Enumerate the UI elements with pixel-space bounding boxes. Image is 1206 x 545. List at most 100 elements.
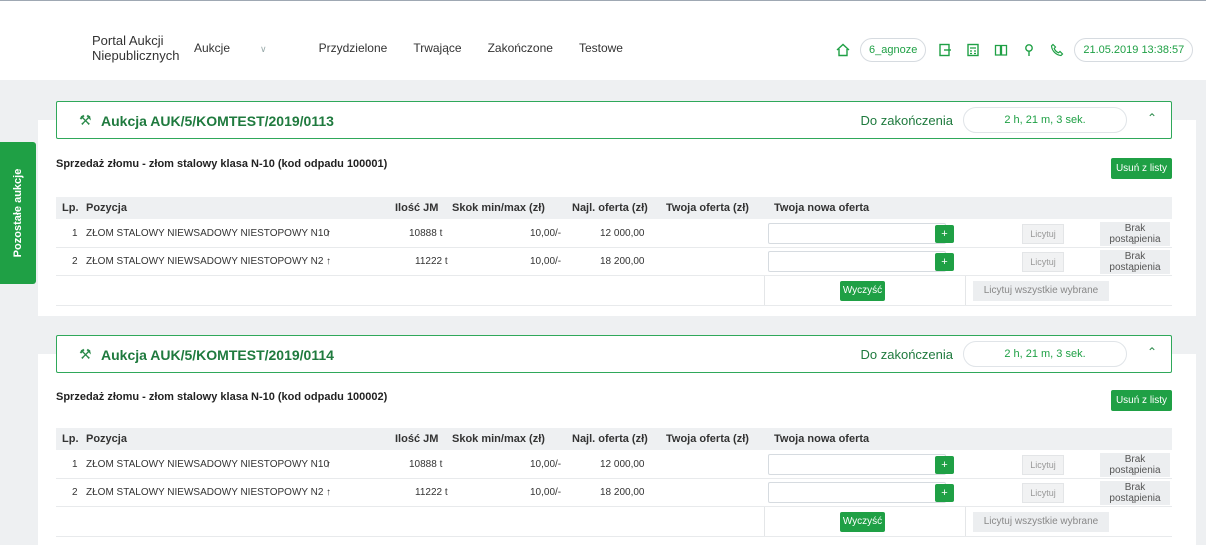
row-pozycja: ZŁOM STALOWY NIEWSADOWY NIESTOPOWY N10 bbox=[86, 228, 330, 239]
col-pozycja: Pozycja bbox=[86, 202, 127, 214]
table-row: 2 ZŁOM STALOWY NIEWSADOWY NIESTOPOWY N2 … bbox=[56, 248, 1172, 276]
row-pozycja: ZŁOM STALOWY NIEWSADOWY NIESTOPOWY N2 bbox=[86, 256, 324, 267]
col-lp: Lp. bbox=[62, 433, 79, 445]
nav-item-trwajace[interactable]: Trwające bbox=[413, 41, 461, 55]
no-increment-button[interactable]: Brak postąpienia bbox=[1100, 222, 1170, 246]
no-increment-button[interactable]: Brak postąpienia bbox=[1100, 250, 1170, 274]
phone-icon[interactable] bbox=[1046, 39, 1068, 61]
countdown-timer: 2 h, 21 m, 3 sek. bbox=[963, 341, 1127, 367]
book-icon[interactable] bbox=[990, 39, 1012, 61]
table-row: 1 ZŁOM STALOWY NIEWSADOWY NIESTOPOWY N10… bbox=[56, 451, 1172, 479]
nav-item-przydzielone[interactable]: Przydzielone bbox=[319, 41, 388, 55]
arrow-up-icon: ↑ bbox=[326, 459, 331, 470]
chevron-up-icon[interactable]: ⌃ bbox=[1147, 345, 1157, 359]
bid-button[interactable]: Licytuj bbox=[1022, 252, 1064, 272]
header-tools: 6_agnoze 21.05.2019 13:38:57 bbox=[832, 38, 1201, 62]
row-lp: 1 bbox=[72, 459, 78, 470]
home-icon[interactable] bbox=[832, 39, 854, 61]
brak-line-1: Brak bbox=[1124, 251, 1146, 262]
bid-all-selected-button[interactable]: Licytuj wszystkie wybrane bbox=[973, 281, 1109, 301]
divider bbox=[764, 276, 765, 305]
bid-button[interactable]: Licytuj bbox=[1022, 483, 1064, 503]
brak-line-2: postąpienia bbox=[1109, 262, 1161, 273]
calculator-icon[interactable] bbox=[962, 39, 984, 61]
col-najl: Najl. oferta (zł) bbox=[572, 433, 648, 445]
col-ilosc: Ilość JM bbox=[395, 202, 439, 214]
row-ilosc: 11222 t bbox=[415, 487, 448, 498]
brak-line-1: Brak bbox=[1124, 454, 1146, 465]
arrow-up-icon: ↑ bbox=[326, 256, 331, 267]
gavel-icon: ⚒ bbox=[79, 346, 92, 362]
nav-item-testowe[interactable]: Testowe bbox=[579, 41, 623, 55]
auction-header-1[interactable]: ⚒ Aukcja AUK/5/KOMTEST/2019/0113 Do zako… bbox=[56, 101, 1172, 139]
nav-item-aukcje[interactable]: Aukcje ∨ bbox=[194, 41, 293, 55]
table-row: 2 ZŁOM STALOWY NIEWSADOWY NIESTOPOWY N2 … bbox=[56, 479, 1172, 507]
table-header: Lp. Pozycja Ilość JM Skok min/max (zł) N… bbox=[56, 428, 1172, 450]
plus-icon[interactable]: + bbox=[935, 484, 954, 502]
bid-button[interactable]: Licytuj bbox=[1022, 455, 1064, 475]
divider bbox=[965, 276, 966, 305]
col-lp: Lp. bbox=[62, 202, 79, 214]
row-pozycja: ZŁOM STALOWY NIEWSADOWY NIESTOPOWY N10 bbox=[86, 459, 330, 470]
auction-subtitle: Sprzedaż złomu - złom stalowy klasa N-10… bbox=[56, 158, 388, 170]
clear-button[interactable]: Wyczyść bbox=[840, 512, 885, 532]
bid-all-selected-button[interactable]: Licytuj wszystkie wybrane bbox=[973, 512, 1109, 532]
col-nowa: Twoja nowa oferta bbox=[774, 202, 870, 214]
row-pozycja: ZŁOM STALOWY NIEWSADOWY NIESTOPOWY N2 bbox=[86, 487, 324, 498]
user-pill[interactable]: 6_agnoze bbox=[860, 38, 927, 62]
brand-line-2: Niepublicznych bbox=[92, 48, 180, 63]
row-lp: 1 bbox=[72, 228, 78, 239]
row-najl: 12 000,00 bbox=[600, 228, 645, 239]
plus-icon[interactable]: + bbox=[935, 225, 954, 243]
logout-icon[interactable] bbox=[934, 39, 956, 61]
help-icon[interactable] bbox=[1018, 39, 1040, 61]
row-skok: 10,00/- bbox=[530, 459, 562, 470]
chevron-up-icon[interactable]: ⌃ bbox=[1147, 111, 1157, 125]
arrow-up-icon: ↑ bbox=[326, 487, 331, 498]
table-header: Lp. Pozycja Ilość JM Skok min/max (zł) N… bbox=[56, 197, 1172, 219]
remove-from-list-button[interactable]: Usuń z listy bbox=[1111, 158, 1172, 179]
row-lp: 2 bbox=[72, 256, 78, 267]
main-nav: Aukcje ∨ Przydzielone Trwające Zakończone… bbox=[194, 41, 649, 55]
new-bid-input[interactable] bbox=[768, 454, 946, 475]
plus-icon[interactable]: + bbox=[935, 456, 954, 474]
plus-icon[interactable]: + bbox=[935, 253, 954, 271]
row-najl: 12 000,00 bbox=[600, 459, 645, 470]
col-pozycja: Pozycja bbox=[86, 433, 127, 445]
no-increment-button[interactable]: Brak postąpienia bbox=[1100, 453, 1170, 477]
col-ilosc: Ilość JM bbox=[395, 433, 439, 445]
divider bbox=[764, 507, 765, 536]
other-auctions-tab-label: Pozostałe aukcje bbox=[12, 168, 24, 258]
bid-button[interactable]: Licytuj bbox=[1022, 224, 1064, 244]
row-najl: 18 200,00 bbox=[600, 256, 645, 267]
new-bid-input[interactable] bbox=[768, 223, 946, 244]
row-ilosc: 11222 t bbox=[415, 256, 448, 267]
other-auctions-tab[interactable]: Pozostałe aukcje bbox=[0, 142, 36, 284]
auction-title: Aukcja AUK/5/KOMTEST/2019/0114 bbox=[101, 347, 334, 363]
row-najl: 18 200,00 bbox=[600, 487, 645, 498]
col-najl: Najl. oferta (zł) bbox=[572, 202, 648, 214]
no-increment-button[interactable]: Brak postąpienia bbox=[1100, 481, 1170, 505]
row-skok: 10,00/- bbox=[530, 487, 562, 498]
table-footer: Wyczyść Licytuj wszystkie wybrane bbox=[56, 507, 1172, 537]
remove-from-list-button[interactable]: Usuń z listy bbox=[1111, 390, 1172, 411]
brand-logo[interactable]: Portal Aukcji Niepublicznych bbox=[92, 33, 179, 63]
row-ilosc: 10888 t bbox=[409, 228, 443, 239]
clear-button[interactable]: Wyczyść bbox=[840, 281, 885, 301]
chevron-down-icon: ∨ bbox=[260, 44, 267, 54]
auction-header-2[interactable]: ⚒ Aukcja AUK/5/KOMTEST/2019/0114 Do zako… bbox=[56, 335, 1172, 373]
row-skok: 10,00/- bbox=[530, 228, 562, 239]
new-bid-input[interactable] bbox=[768, 482, 946, 503]
new-bid-input[interactable] bbox=[768, 251, 946, 272]
nav-item-zakonczone[interactable]: Zakończone bbox=[488, 41, 553, 55]
table-footer: Wyczyść Licytuj wszystkie wybrane bbox=[56, 276, 1172, 306]
countdown-timer: 2 h, 21 m, 3 sek. bbox=[963, 107, 1127, 133]
auction-title: Aukcja AUK/5/KOMTEST/2019/0113 bbox=[101, 113, 334, 129]
datetime-pill: 21.05.2019 13:38:57 bbox=[1074, 38, 1194, 62]
gavel-icon: ⚒ bbox=[79, 112, 92, 128]
divider bbox=[965, 507, 966, 536]
col-skok: Skok min/max (zł) bbox=[452, 202, 545, 214]
brand-line-1: Portal Aukcji bbox=[92, 33, 164, 48]
brak-line-1: Brak bbox=[1124, 482, 1146, 493]
row-skok: 10,00/- bbox=[530, 256, 562, 267]
